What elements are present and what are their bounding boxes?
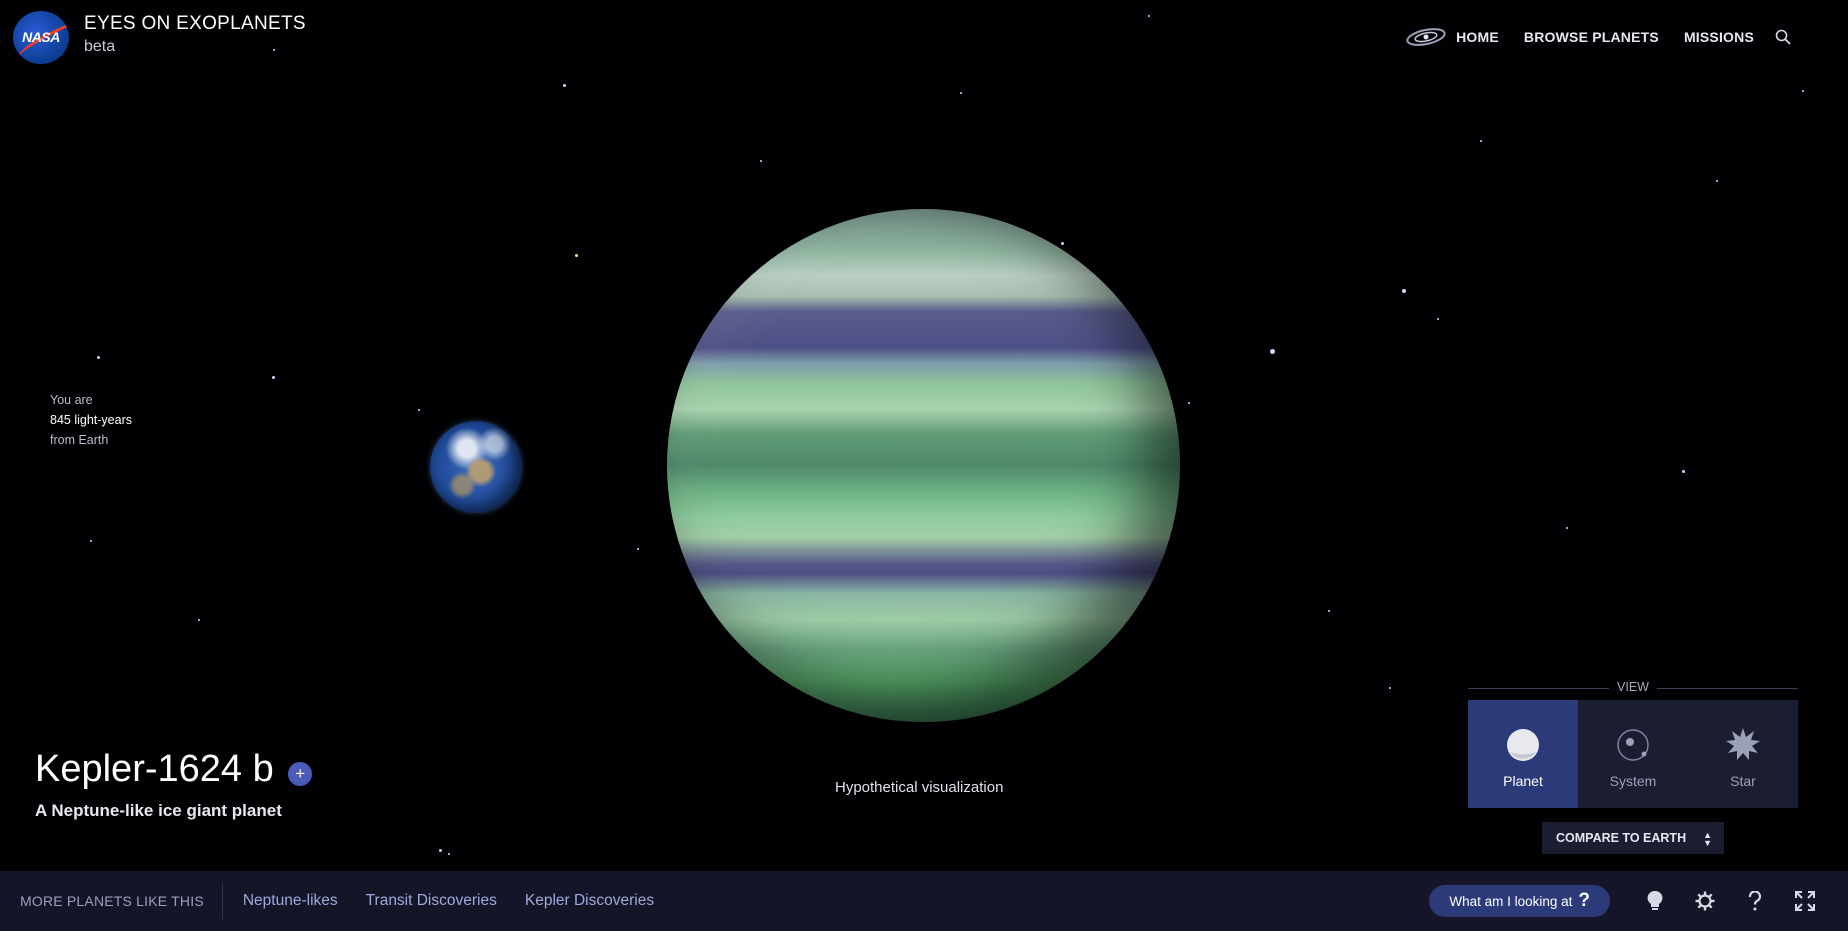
compare-label: COMPARE TO EARTH <box>1556 831 1687 845</box>
visualization-caption: Hypothetical visualization <box>835 779 1004 796</box>
nasa-logo-text: NASA <box>22 29 60 45</box>
distance-prefix: You are <box>50 393 93 407</box>
brand[interactable]: NASA EYES ON EXOPLANETS beta <box>13 11 306 64</box>
fullscreen-button[interactable] <box>1780 883 1830 919</box>
nasa-logo[interactable]: NASA <box>13 11 69 64</box>
distance-suffix: from Earth <box>50 433 109 447</box>
nav-browse-planets[interactable]: BROWSE PLANETS <box>1524 29 1659 45</box>
bottom-divider <box>221 883 223 919</box>
add-planet-button[interactable]: + <box>288 761 313 786</box>
view-planet-label: Planet <box>1503 773 1543 789</box>
star-icon <box>1726 728 1760 760</box>
lightbulb-button[interactable] <box>1630 883 1680 919</box>
distance-value: 845 light-years <box>50 413 132 427</box>
galaxy-icon[interactable] <box>1405 26 1447 48</box>
exoplanet-render[interactable] <box>667 209 1180 722</box>
top-nav: HOME BROWSE PLANETS MISSIONS <box>1405 26 1791 48</box>
view-star-label: Star <box>1730 773 1756 789</box>
view-heading: VIEW <box>1468 680 1798 696</box>
view-label: VIEW <box>1609 680 1657 694</box>
fullscreen-icon <box>1795 891 1815 911</box>
view-panel: VIEW Planet System Star COMPARE TO EARTH <box>1468 680 1798 854</box>
planet-icon <box>1507 729 1539 761</box>
compare-to-earth-select[interactable]: COMPARE TO EARTH ▲ ▼ <box>1542 822 1724 854</box>
help-button[interactable] <box>1730 883 1780 919</box>
nav-missions[interactable]: MISSIONS <box>1684 29 1754 45</box>
category-neptune-likes[interactable]: Neptune-likes <box>243 892 338 910</box>
question-icon: ? <box>1578 890 1590 911</box>
what-label: What am I looking at <box>1449 893 1573 909</box>
planet-name: Kepler-1624 b <box>35 748 274 790</box>
nav-home[interactable]: HOME <box>1456 29 1499 45</box>
more-planets-label: MORE PLANETS LIKE THIS <box>20 893 204 909</box>
what-am-i-looking-at-button[interactable]: What am I looking at ? <box>1429 885 1610 917</box>
app-subtitle: beta <box>84 38 116 55</box>
distance-readout: You are 845 light-years from Earth <box>50 390 132 450</box>
planet-title-block: Kepler-1624 b + A Neptune-like ice giant… <box>35 748 313 821</box>
view-planet-button[interactable]: Planet <box>1468 700 1578 808</box>
help-icon <box>1748 891 1762 911</box>
view-toggle: Planet System Star <box>1468 700 1798 808</box>
lightbulb-icon <box>1647 890 1663 910</box>
settings-icon <box>1695 891 1715 911</box>
planet-description: A Neptune-like ice giant planet <box>35 801 282 820</box>
search-icon[interactable] <box>1775 29 1791 45</box>
bottom-bar: MORE PLANETS LIKE THIS Neptune-likes Tra… <box>0 871 1848 931</box>
earth-globe <box>430 421 522 513</box>
view-star-button[interactable]: Star <box>1688 700 1798 808</box>
category-kepler-discoveries[interactable]: Kepler Discoveries <box>525 892 654 910</box>
view-system-label: System <box>1609 773 1657 789</box>
view-system-button[interactable]: System <box>1578 700 1688 808</box>
select-arrows-icon: ▲ ▼ <box>1703 830 1712 848</box>
app-title[interactable]: EYES ON EXOPLANETS <box>84 13 306 35</box>
bottom-tools: What am I looking at ? <box>1429 883 1830 919</box>
system-icon <box>1617 729 1649 761</box>
category-transit-discoveries[interactable]: Transit Discoveries <box>366 892 497 910</box>
settings-button[interactable] <box>1680 883 1730 919</box>
